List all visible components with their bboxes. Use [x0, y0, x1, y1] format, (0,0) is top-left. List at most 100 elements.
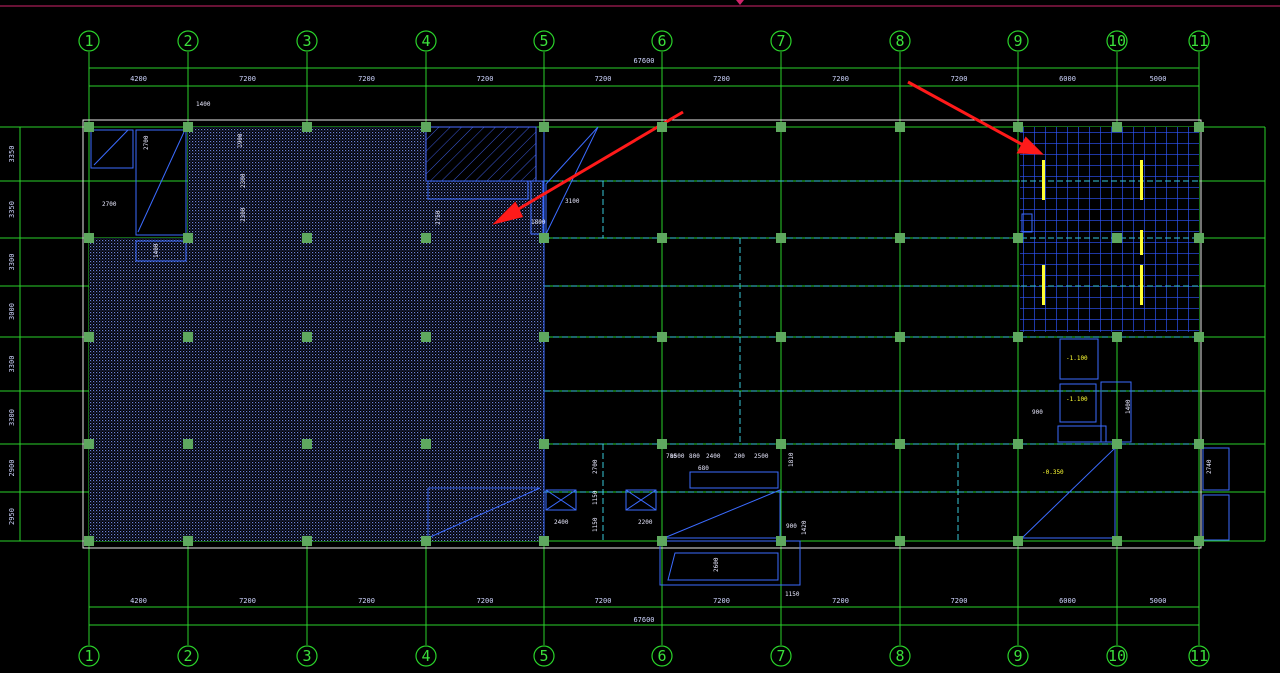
label-1150c: 1150 — [785, 591, 800, 598]
top-span-dim-9: 6000 — [1059, 75, 1076, 83]
structural-floor-plan: 1 2 3 4 5 6 7 8 9 10 11 1 2 3 4 5 6 7 8 9 10 11 4200 7200 7200… — [0, 0, 1280, 667]
column-1-5 — [84, 536, 94, 546]
bottom-span-dim-5: 7200 — [595, 597, 612, 605]
axis-bubbles-bottom: 1 2 3 4 5 6 7 8 9 10 11 — [78, 645, 1210, 667]
top-axis-label-5: 5 — [539, 32, 548, 50]
top-span-dim-7: 7200 — [832, 75, 849, 83]
column-5-2 — [539, 233, 549, 243]
dimension-texts-bottom: 4200 7200 7200 7200 7200 7200 7200 7200 6000 5000 — [88, 592, 1167, 607]
slab-hatch-lower-left — [89, 238, 544, 541]
top-axis-label-6: 6 — [657, 32, 666, 50]
axis-bubbles-top: 1 2 3 4 5 6 7 8 9 10 11 — [78, 30, 1210, 52]
left-row-dim-7: 2900 — [8, 460, 16, 477]
top-axis-label-3: 3 — [302, 32, 311, 50]
left-row-dim-4: 3000 — [8, 303, 16, 320]
dimension-texts-top: 4200 7200 7200 7200 7200 7200 7200 7200 6000 5000 — [88, 70, 1167, 85]
column-6-5 — [657, 536, 667, 546]
bottom-axis-label-1: 1 — [84, 647, 93, 665]
bottom-axis-label-9: 9 — [1013, 647, 1022, 665]
column-3-4 — [302, 439, 312, 449]
bottom-axis-label-4: 4 — [421, 647, 430, 665]
label-900b: 900 — [1032, 409, 1043, 416]
column-9-4 — [1013, 439, 1023, 449]
top-axis-label-7: 7 — [776, 32, 785, 50]
label-2500: 2500 — [754, 453, 769, 460]
column-5-3 — [539, 332, 549, 342]
column-11-1 — [1194, 122, 1204, 132]
top-span-dim-4: 7200 — [477, 75, 494, 83]
top-axis-label-1: 1 — [84, 32, 93, 50]
top-span-dim-10: 5000 — [1150, 75, 1167, 83]
label-2200: 2200 — [638, 519, 653, 526]
top-axis-label-9: 9 — [1013, 32, 1022, 50]
bottom-span-dim-2: 7200 — [239, 597, 256, 605]
total-dimension-bottom: 67600 — [633, 616, 654, 624]
top-span-dim-3: 7200 — [358, 75, 375, 83]
column-9-2 — [1013, 233, 1023, 243]
left-row-dim-3: 3300 — [8, 254, 16, 271]
label-2300: 2300 — [240, 173, 247, 188]
column-9-5 — [1013, 536, 1023, 546]
label-1400v: 1400 — [153, 243, 160, 258]
top-axis-label-10: 10 — [1108, 32, 1126, 50]
column-3-1 — [302, 122, 312, 132]
label-2400b: 2400 — [554, 519, 569, 526]
column-2-5 — [183, 536, 193, 546]
bottom-axis-label-8: 8 — [895, 647, 904, 665]
bottom-axis-label-5: 5 — [539, 647, 548, 665]
bottom-span-dim-3: 7200 — [358, 597, 375, 605]
column-3-3 — [302, 332, 312, 342]
column-8-2 — [895, 233, 905, 243]
label-2740: 2740 — [1206, 459, 1213, 474]
label-200: 200 — [734, 453, 745, 460]
top-axis-label-11: 11 — [1190, 32, 1208, 50]
bottom-span-dim-1: 4200 — [130, 597, 147, 605]
column-11-2 — [1194, 233, 1204, 243]
label-900: 900 — [786, 523, 797, 530]
top-span-dim-6: 7200 — [713, 75, 730, 83]
bottom-axis-label-10: 10 — [1108, 647, 1126, 665]
label-1150: 1150 — [592, 490, 599, 505]
grid-slab-area — [1020, 127, 1199, 332]
top-axis-label-8: 8 — [895, 32, 904, 50]
top-span-dim-2: 7200 — [239, 75, 256, 83]
column-6-4 — [657, 439, 667, 449]
label-2600: 2600 — [713, 557, 720, 572]
column-2-1 — [183, 122, 193, 132]
column-6-1 — [657, 122, 667, 132]
label-3100: 3100 — [565, 198, 580, 205]
bottom-axis-label-2: 2 — [183, 647, 192, 665]
column-6-2 — [657, 233, 667, 243]
left-row-dim-1: 3350 — [8, 146, 16, 163]
column-10-4 — [1112, 439, 1122, 449]
bottom-axis-label-6: 6 — [657, 647, 666, 665]
top-marker — [736, 0, 744, 5]
top-span-dim-5: 7200 — [595, 75, 612, 83]
bottom-axis-label-11: 11 — [1190, 647, 1208, 665]
slab-diagonal-hatch — [425, 126, 537, 182]
column-2-4 — [183, 439, 193, 449]
column-4-1 — [421, 122, 431, 132]
column-10-3 — [1112, 332, 1122, 342]
level-label-2: -1.100 — [1066, 396, 1088, 403]
column-5-4 — [539, 439, 549, 449]
bottom-span-dim-10: 5000 — [1150, 597, 1167, 605]
left-row-dim-6: 3300 — [8, 409, 16, 426]
label-1800: 1800 — [531, 219, 546, 226]
label-680: 680 — [698, 465, 709, 472]
column-4-4 — [421, 439, 431, 449]
column-1-1 — [84, 122, 94, 132]
column-8-1 — [895, 122, 905, 132]
left-row-dim-2: 3350 — [8, 201, 16, 218]
column-1-4 — [84, 439, 94, 449]
column-8-3 — [895, 332, 905, 342]
label-2750: 2750 — [435, 210, 442, 225]
column-4-5 — [421, 536, 431, 546]
top-axis-label-2: 2 — [183, 32, 192, 50]
level-label-3: -0.350 — [1042, 469, 1064, 476]
column-4-2 — [421, 233, 431, 243]
column-8-5 — [895, 536, 905, 546]
column-11-4 — [1194, 439, 1204, 449]
column-2-2 — [183, 233, 193, 243]
column-10-2 — [1112, 233, 1122, 243]
